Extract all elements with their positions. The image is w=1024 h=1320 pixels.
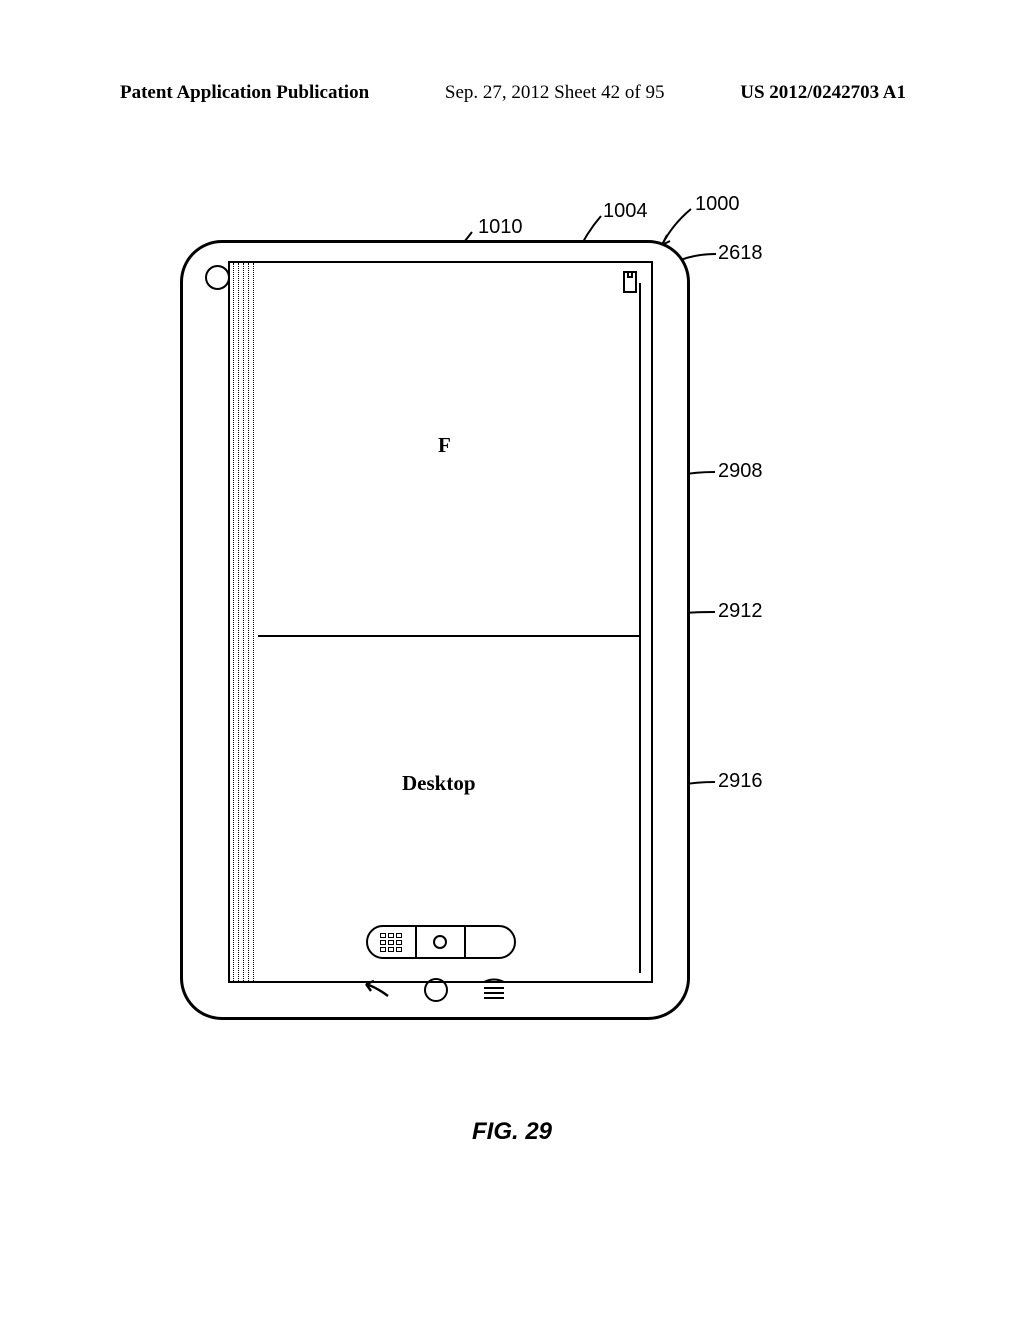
page-header: Patent Application Publication Sep. 27, … [0,82,1024,104]
callout-2908-label: 2908 [718,460,763,482]
nav-home-button[interactable] [424,978,448,1002]
inner-frame-line [639,283,641,973]
hinge-strip [230,263,258,981]
header-right: US 2012/0242703 A1 [740,82,906,104]
callout-2916: 2916 [718,770,763,793]
dock-apps-button[interactable] [368,927,415,957]
dock-home-button[interactable] [415,927,464,957]
menu-stack-icon [480,976,508,1000]
callout-1000: 1000 [695,193,740,216]
lower-area-label: Desktop [402,771,476,796]
nav-row [183,973,687,1007]
callout-2916-label: 2916 [718,770,763,792]
callout-2912: 2912 [718,600,763,623]
dock-empty-button[interactable] [464,927,513,957]
dock-bar [366,925,516,959]
upper-area-label: F [438,433,451,458]
figure-caption: FIG. 29 [0,1118,1024,1146]
screen-divider [258,635,639,637]
nav-menu-button[interactable] [480,976,508,1005]
header-left: Patent Application Publication [120,82,369,104]
sensor-icon [623,271,637,293]
device-screen: F Desktop [228,261,653,983]
nav-back-button[interactable] [362,976,392,1005]
header-center: Sep. 27, 2012 Sheet 42 of 95 [445,82,665,104]
apps-grid-icon [380,933,402,952]
callout-1004: 1004 [603,200,648,223]
front-camera-icon [205,265,230,290]
callout-2908: 2908 [718,460,763,483]
callout-1010: 1010 [478,216,523,239]
circle-icon [433,935,447,949]
callout-2912-label: 2912 [718,600,763,622]
device-body: F Desktop [180,240,690,1020]
back-arrow-icon [362,976,392,1000]
callout-2618: 2618 [718,242,763,265]
